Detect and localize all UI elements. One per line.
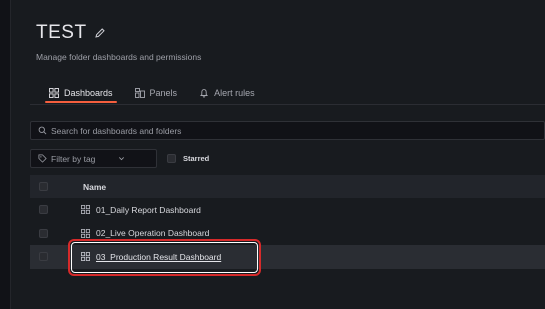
search-input[interactable]	[51, 125, 451, 136]
row-checkbox[interactable]	[39, 252, 48, 261]
bell-icon	[200, 89, 209, 98]
starred-checkbox[interactable]	[167, 154, 176, 163]
tab-dashboards[interactable]: Dashboards	[45, 84, 117, 103]
row-name: 02_Live Operation Dashboard	[81, 228, 209, 238]
starred-filter[interactable]: Starred	[167, 154, 209, 163]
tag-filter-placeholder: Filter by tag	[51, 153, 96, 164]
row-name: 03_Production Result Dashboard	[81, 252, 221, 262]
apps-icon	[81, 252, 90, 262]
select-all-checkbox[interactable]	[39, 182, 48, 191]
tab-label: Alert rules	[214, 88, 255, 98]
tag-filter-select[interactable]: Filter by tag	[30, 149, 157, 168]
page-header: TEST	[36, 22, 106, 44]
apps-icon	[49, 88, 59, 98]
dashboard-table: Name 01_Daily Report Dashboard 02_Live O…	[30, 175, 545, 269]
apps-icon	[81, 205, 90, 215]
table-row[interactable]: 02_Live Operation Dashboard	[30, 222, 545, 246]
filter-row: Filter by tag Starred	[30, 149, 209, 168]
pencil-icon[interactable]	[94, 27, 106, 39]
tab-label: Panels	[149, 88, 178, 98]
table-row[interactable]: 03_Production Result Dashboard	[30, 245, 545, 269]
row-checkbox[interactable]	[39, 205, 48, 214]
page-subtitle: Manage folder dashboards and permissions	[36, 52, 202, 62]
dashboard-link[interactable]: 03_Production Result Dashboard	[96, 252, 221, 262]
table-header: Name	[30, 175, 545, 198]
tab-label: Dashboards	[64, 88, 113, 98]
page-title: TEST	[36, 22, 87, 43]
tab-alert-rules[interactable]: Alert rules	[199, 84, 255, 102]
tag-icon	[38, 154, 47, 163]
dashboard-link[interactable]: 01_Daily Report Dashboard	[96, 205, 201, 215]
starred-label: Starred	[183, 154, 210, 163]
column-header-name: Name	[83, 181, 107, 192]
row-checkbox[interactable]	[39, 228, 48, 238]
tab-panels[interactable]: Panels	[134, 84, 178, 102]
search-box[interactable]	[30, 121, 545, 140]
panels-icon	[134, 88, 145, 98]
table-row[interactable]: 01_Daily Report Dashboard	[30, 198, 545, 222]
apps-icon	[81, 228, 90, 238]
search-icon	[38, 126, 47, 135]
chevron-down-icon	[119, 157, 124, 161]
tab-bar: Dashboards Panels Alert rules	[45, 84, 277, 103]
tabs-divider	[30, 104, 545, 105]
dashboard-link[interactable]: 02_Live Operation Dashboard	[96, 228, 209, 238]
row-name: 01_Daily Report Dashboard	[81, 205, 201, 215]
